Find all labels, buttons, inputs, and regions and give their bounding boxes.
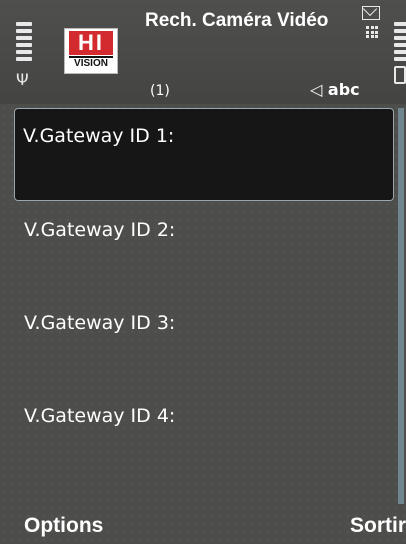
- battery-icon: [394, 66, 406, 84]
- battery-level-icon: [394, 22, 406, 64]
- item-counter: (1): [150, 83, 170, 99]
- page-title: Rech. Caméra Vidéo: [145, 10, 329, 31]
- list-item-label: V.Gateway ID 2:: [24, 219, 176, 241]
- logo-vision-text: VISION: [69, 56, 113, 70]
- list-item-label: V.Gateway ID 3:: [24, 312, 176, 334]
- envelope-icon: [362, 6, 380, 20]
- list-item-label: V.Gateway ID 4:: [24, 405, 176, 427]
- phone-screen: Ψ HI VISION Rech. Caméra Vidéo (1) ◁ abc…: [0, 0, 406, 544]
- scroll-thumb[interactable]: [398, 108, 404, 504]
- input-mode-label: abc: [327, 80, 360, 99]
- list-item-gateway-2[interactable]: V.Gateway ID 2:: [14, 201, 394, 294]
- gateway-list: V.Gateway ID 1: V.Gateway ID 2: V.Gatewa…: [14, 108, 394, 480]
- softkey-bar: Options Sortir: [0, 508, 406, 544]
- list-item-gateway-3[interactable]: V.Gateway ID 3:: [14, 294, 394, 387]
- status-bar: Ψ HI VISION Rech. Caméra Vidéo (1) ◁ abc: [0, 0, 406, 104]
- grid-menu-icon[interactable]: [366, 26, 378, 38]
- antenna-icon: Ψ: [16, 70, 29, 89]
- pen-input-icon: ◁: [310, 80, 323, 99]
- exit-softkey[interactable]: Sortir: [350, 514, 406, 538]
- list-item-label: V.Gateway ID 1:: [23, 125, 175, 147]
- options-softkey[interactable]: Options: [24, 514, 103, 538]
- scrollbar[interactable]: [398, 108, 404, 504]
- input-mode-indicator: ◁ abc: [310, 80, 360, 99]
- signal-strength-icon: [16, 22, 32, 64]
- list-item-gateway-4[interactable]: V.Gateway ID 4:: [14, 387, 394, 480]
- app-logo: HI VISION: [64, 28, 118, 74]
- list-item-gateway-1[interactable]: V.Gateway ID 1:: [14, 108, 394, 201]
- logo-hi-mark: HI: [69, 30, 113, 55]
